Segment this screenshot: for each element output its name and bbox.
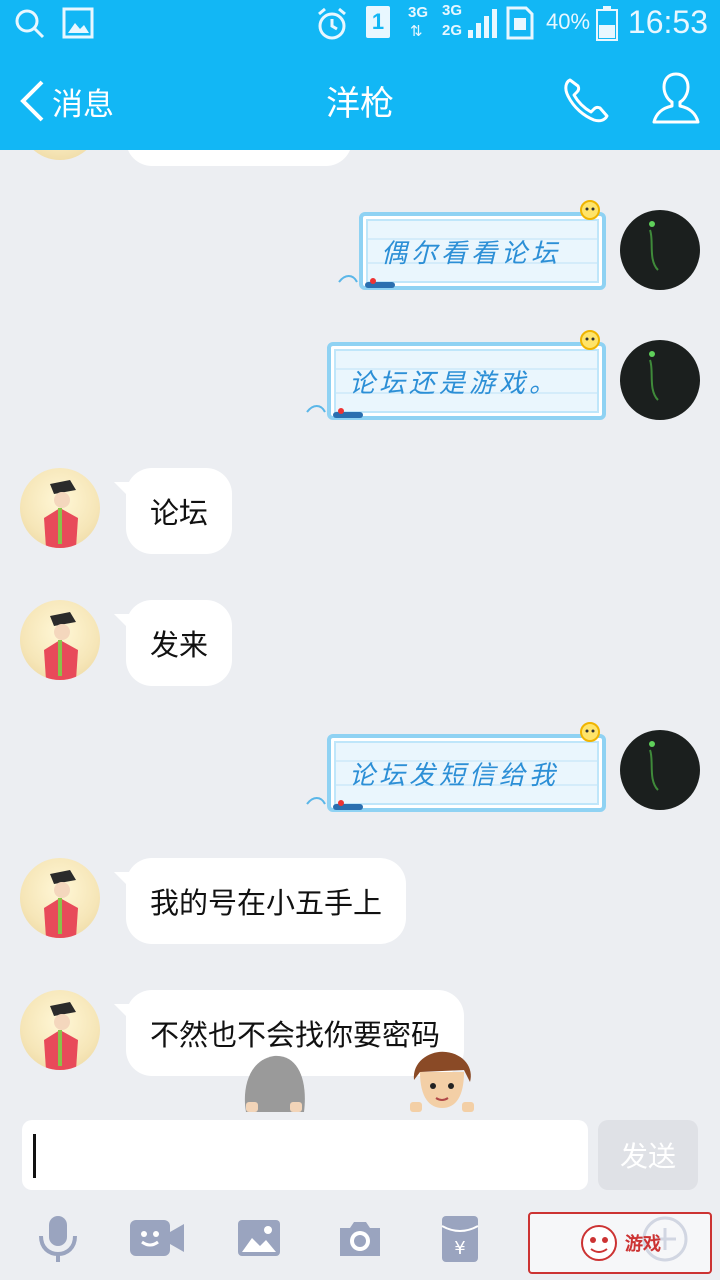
contact-avatar[interactable] — [20, 468, 100, 548]
sun-sticker-icon — [580, 722, 600, 742]
message-bubble-sent[interactable]: 偶尔看看论坛 — [338, 200, 606, 290]
svg-text:¥: ¥ — [454, 1238, 465, 1259]
wave-decoration-icon — [338, 275, 395, 288]
image-icon[interactable] — [236, 1214, 282, 1264]
network-type-label-3: 2G — [442, 22, 463, 39]
sim-card-icon — [506, 6, 534, 40]
my-avatar[interactable] — [620, 340, 700, 420]
message-bubble-sent[interactable]: 论坛发短信给我 — [306, 722, 606, 812]
network-type-label: 3G — [408, 4, 429, 21]
avatar-art — [44, 870, 78, 938]
search-icon — [15, 9, 45, 39]
network-type-label-2: 3G — [442, 2, 463, 19]
message-text: 论坛发短信给我 — [349, 760, 560, 791]
title-bar: 消息 洋枪 — [0, 48, 720, 150]
message-text: 不然也不会找你要密码 — [150, 1018, 441, 1052]
watermark-logo: 游戏 — [528, 1212, 712, 1274]
contact-avatar[interactable] — [20, 990, 100, 1070]
avatar-art — [649, 351, 659, 401]
text-caret — [33, 1134, 36, 1178]
contact-avatar[interactable] — [20, 150, 100, 160]
phone-icon[interactable] — [560, 74, 612, 126]
message-text: 偶尔看看论坛 — [381, 238, 562, 269]
profile-icon[interactable] — [650, 70, 702, 126]
gallery-icon — [62, 7, 94, 39]
send-button[interactable]: 发送 — [598, 1120, 698, 1190]
wave-decoration-icon — [306, 405, 363, 418]
my-avatar[interactable] — [620, 210, 700, 290]
contact-avatar[interactable] — [20, 858, 100, 938]
battery-percent: 40% — [546, 9, 591, 34]
watermark-mascot-icon — [581, 1225, 617, 1261]
contact-avatar[interactable] — [20, 600, 100, 680]
composer: 发送 — [0, 1112, 720, 1200]
chat-title: 洋枪 — [326, 84, 394, 124]
peeking-character-boy-icon — [410, 1051, 474, 1112]
avatar-art — [44, 1002, 78, 1070]
camera-icon[interactable] — [336, 1214, 384, 1264]
sim-slot-icon: 1 — [366, 6, 390, 38]
red-packet-icon[interactable]: ¥ — [440, 1214, 480, 1264]
my-avatar[interactable] — [620, 730, 700, 810]
message-text: 论坛 — [150, 496, 209, 530]
message-text: 论坛还是游戏。 — [349, 368, 560, 399]
data-arrows-icon: ⇅ — [410, 22, 423, 40]
battery-icon — [596, 6, 618, 41]
avatar-art — [44, 612, 78, 680]
message-bubble-received[interactable]: 发来 — [113, 600, 233, 686]
sun-sticker-icon — [580, 200, 600, 220]
avatar-art — [649, 221, 659, 271]
signal-icon — [468, 9, 497, 38]
watermark-text: 游戏 — [625, 1234, 661, 1255]
wave-decoration-icon — [306, 797, 363, 810]
avatar-art — [649, 741, 659, 791]
status-bar: 1 3G ⇅ 3G 2G 40% 16:53 — [0, 0, 720, 48]
message-bubble-received[interactable]: 论坛 — [113, 468, 233, 554]
sun-sticker-icon — [580, 330, 600, 350]
partial-message-bubble — [126, 150, 352, 166]
message-text: 我的号在小五手上 — [150, 886, 383, 920]
peeking-character-gray-icon — [244, 1055, 305, 1112]
message-bubble-sent[interactable]: 论坛还是游戏。 — [306, 330, 606, 420]
message-bubble-received[interactable]: 我的号在小五手上 — [113, 858, 407, 944]
alarm-icon — [318, 7, 346, 40]
mic-icon[interactable] — [36, 1214, 80, 1264]
avatar-art — [44, 480, 78, 548]
message-input[interactable] — [22, 1120, 588, 1190]
video-icon[interactable] — [128, 1214, 186, 1264]
message-text: 发来 — [150, 628, 209, 662]
clock: 16:53 — [627, 4, 708, 40]
chat-area[interactable]: 偶尔看看论坛 论坛还是游戏。 论坛 发来 论坛发短信给我 我的号在小五手上 不然… — [0, 150, 720, 1112]
